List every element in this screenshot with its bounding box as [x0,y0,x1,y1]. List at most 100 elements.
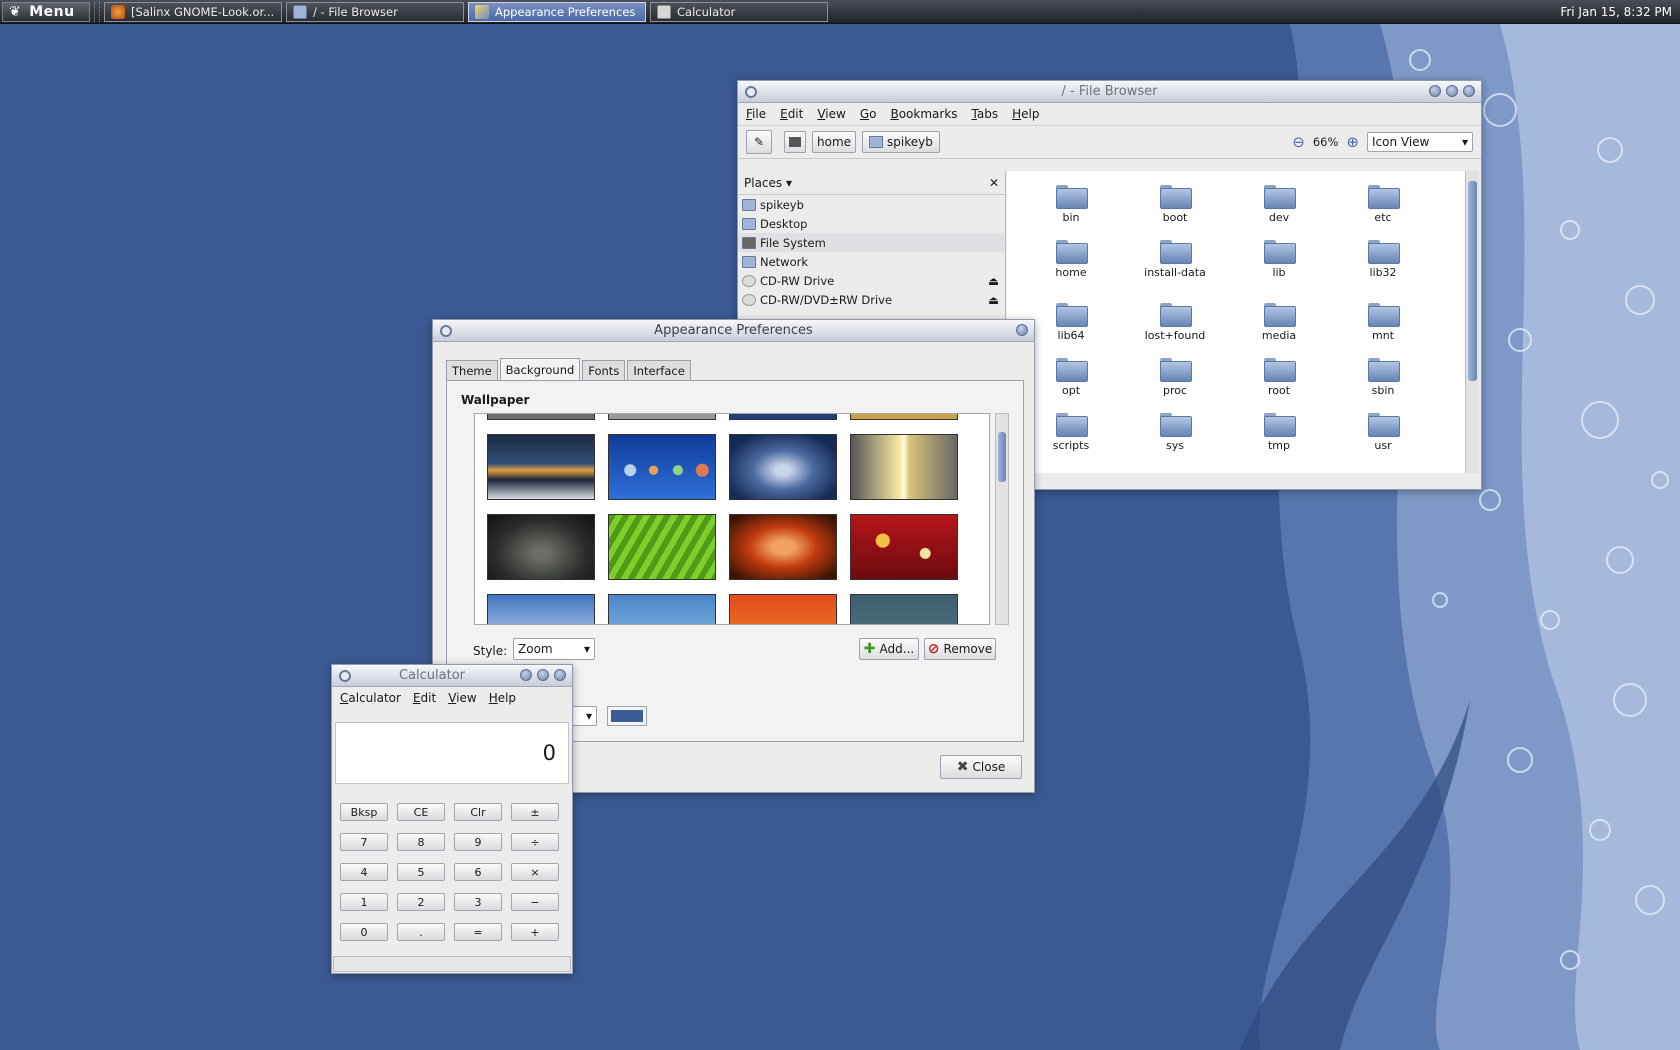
window-menu-icon[interactable] [745,86,757,98]
tab-theme[interactable]: Theme [446,360,498,380]
menu-calculator[interactable]: Calculator [340,691,401,705]
folder-item[interactable]: opt [1026,358,1116,397]
wallpaper-thumb-flame[interactable] [729,514,837,580]
menu-bookmarks[interactable]: Bookmarks [890,107,957,121]
wallpaper-thumb-light[interactable] [850,434,958,500]
wallpaper-thumb-leaf[interactable] [608,514,716,580]
calc-key[interactable]: 8 [397,833,445,851]
maximize-icon[interactable] [1446,85,1458,97]
calc-key[interactable]: Clr [454,803,502,821]
calc-key[interactable]: 6 [454,863,502,881]
appearance-titlebar[interactable]: Appearance Preferences [433,320,1034,342]
calc-key[interactable]: Bksp [340,803,388,821]
window-menu-icon[interactable] [339,670,351,682]
calc-key[interactable]: 4 [340,863,388,881]
path-root-button[interactable] [784,131,806,153]
wallpaper-thumb-gifts[interactable] [850,514,958,580]
calc-key[interactable]: = [454,923,502,941]
folder-item[interactable]: mnt [1338,303,1428,342]
scrollbar-thumb[interactable] [1468,181,1477,381]
calc-key[interactable]: + [511,923,559,941]
tab-interface[interactable]: Interface [627,360,691,380]
calc-key[interactable]: 9 [454,833,502,851]
wallpaper-thumb-sky[interactable] [608,594,716,624]
wallpaper-thumb-orbs[interactable] [608,434,716,500]
minimize-icon[interactable] [520,669,532,681]
folder-item[interactable]: proc [1130,358,1220,397]
calc-key[interactable]: ÷ [511,833,559,851]
scrollbar-thumb[interactable] [998,432,1006,482]
folder-item[interactable]: lib32 [1338,240,1428,279]
panel-clock[interactable]: Fri Jan 15, 8:32 PM [1560,5,1680,19]
place-home[interactable]: spikeyb [738,195,1005,214]
folder-item[interactable]: usr [1338,413,1428,452]
close-sidebar-icon[interactable]: ✕ [989,176,999,190]
calc-key[interactable]: 7 [340,833,388,851]
calc-key[interactable]: 0 [340,923,388,941]
calculator-display[interactable]: 0 [335,722,569,784]
eject-icon[interactable]: ⏏ [988,293,999,307]
places-selector[interactable]: Places ▾ [744,176,792,190]
calc-key[interactable]: CE [397,803,445,821]
file-browser-titlebar[interactable]: / - File Browser [738,81,1481,103]
taskbar-item-browser[interactable]: [Salinx GNOME-Look.or... [104,1,282,22]
close-icon[interactable] [554,669,566,681]
wallpaper-thumb[interactable] [729,414,837,420]
menu-tabs[interactable]: Tabs [972,107,999,121]
menu-view[interactable]: View [448,691,476,705]
folder-item[interactable]: install-data [1130,240,1220,279]
menu-go[interactable]: Go [860,107,877,121]
folder-item[interactable]: etc [1338,185,1428,224]
taskbar-item-appearance[interactable]: Appearance Preferences [468,1,646,22]
wallpaper-thumb-teal[interactable] [850,594,958,624]
calc-key[interactable]: × [511,863,559,881]
place-filesystem[interactable]: File System [738,233,1005,252]
menu-edit[interactable]: Edit [413,691,436,705]
calc-key[interactable]: − [511,893,559,911]
taskbar-item-calculator[interactable]: Calculator [650,1,828,22]
taskbar-item-file-browser[interactable]: / - File Browser [286,1,464,22]
calc-key[interactable]: ± [511,803,559,821]
style-select[interactable]: Zoom ▾ [513,638,595,660]
folder-item[interactable]: lib64 [1026,303,1116,342]
minimize-icon[interactable] [1429,85,1441,97]
wallpaper-thumb-snow[interactable] [487,594,595,624]
wallpaper-thumb[interactable] [850,414,958,420]
menu-view[interactable]: View [817,107,845,121]
place-desktop[interactable]: Desktop [738,214,1005,233]
remove-wallpaper-button[interactable]: ⊘ Remove [924,638,996,660]
window-menu-icon[interactable] [440,325,452,337]
background-color-button[interactable] [607,706,647,726]
place-cdrw[interactable]: CD-RW Drive ⏏ [738,271,1005,290]
wallpaper-thumb-sunset[interactable] [487,434,595,500]
close-icon[interactable] [1016,324,1028,336]
wallpaper-thumb[interactable] [487,414,595,420]
wallpaper-scrollbar[interactable] [995,413,1009,625]
close-icon[interactable] [1463,85,1475,97]
folder-item[interactable]: root [1234,358,1324,397]
wallpaper-thumb[interactable] [608,414,716,420]
folder-item[interactable]: lost+found [1130,303,1220,342]
folder-item[interactable]: boot [1130,185,1220,224]
folder-item[interactable]: media [1234,303,1324,342]
folder-item[interactable]: lib [1234,240,1324,279]
main-menu-button[interactable]: ❦ Menu [2,1,90,22]
add-wallpaper-button[interactable]: ✚ Add... [859,638,919,660]
place-dvd[interactable]: CD-RW/DVD±RW Drive ⏏ [738,290,1005,309]
view-mode-select[interactable]: Icon View ▾ [1367,132,1473,152]
wallpaper-thumb-angel[interactable] [729,434,837,500]
tab-fonts[interactable]: Fonts [582,360,626,380]
wallpaper-thumb-dark[interactable] [487,514,595,580]
folder-item[interactable]: bin [1026,185,1116,224]
folder-item[interactable]: scripts [1026,413,1116,452]
menu-help[interactable]: Help [1012,107,1039,121]
path-home-button[interactable]: home [812,131,857,153]
folder-item[interactable]: tmp [1234,413,1324,452]
close-button[interactable]: ✖ Close [940,755,1022,779]
eject-icon[interactable]: ⏏ [988,274,999,288]
path-user-button[interactable]: spikeyb [862,131,940,153]
menu-edit[interactable]: Edit [780,107,803,121]
calculator-titlebar[interactable]: Calculator [332,665,572,687]
folder-item[interactable]: sys [1130,413,1220,452]
wallpaper-thumb-orange[interactable] [729,594,837,624]
